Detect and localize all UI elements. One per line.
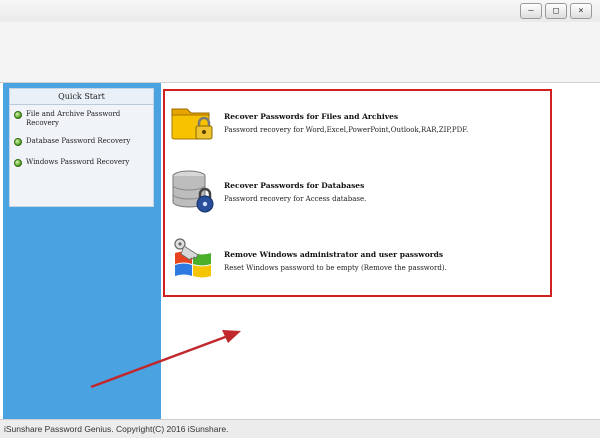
locked-database-icon (172, 170, 214, 213)
highlight-frame: Recover Passwords for Files and Archives… (163, 89, 552, 297)
sidebar-item-label: Windows Password Recovery (26, 158, 130, 166)
sidebar-item-label: File and Archive Password Recovery (26, 110, 121, 127)
sidebar-item-file-archive[interactable]: File and Archive Password Recovery (14, 110, 148, 128)
option-files-archives[interactable]: Recover Passwords for Files and Archives… (169, 97, 468, 145)
sidebar-item-windows[interactable]: Windows Password Recovery (14, 158, 148, 167)
toolbar-area (0, 22, 600, 83)
close-button[interactable]: × (570, 3, 592, 19)
sidebar: Quick Start File and Archive Password Re… (3, 83, 161, 419)
green-bullet-icon (14, 138, 22, 146)
option-windows[interactable]: Remove Windows administrator and user pa… (169, 235, 447, 283)
title-bar: – □ × (0, 0, 600, 22)
sidebar-item-label: Database Password Recovery (26, 137, 131, 145)
quick-start-title: Quick Start (10, 89, 153, 105)
option-databases[interactable]: Recover Passwords for Databases Password… (169, 166, 366, 214)
window-controls: – □ × (520, 3, 592, 19)
option-description: Password recovery for Word,Excel,PowerPo… (224, 126, 469, 134)
option-description: Reset Windows password to be empty (Remo… (224, 264, 447, 272)
locked-folder-icon (171, 108, 213, 140)
option-title: Recover Passwords for Databases (224, 181, 365, 190)
green-bullet-icon (14, 159, 22, 167)
quick-start-panel: Quick Start File and Archive Password Re… (9, 88, 154, 207)
green-bullet-icon (14, 111, 22, 119)
option-title: Remove Windows administrator and user pa… (224, 250, 444, 259)
sidebar-item-database[interactable]: Database Password Recovery (14, 137, 148, 146)
option-description: Password recovery for Access database. (224, 195, 367, 203)
status-bar: iSunshare Password Genius. Copyright(C) … (0, 419, 600, 438)
main-content: Recover Passwords for Files and Archives… (161, 83, 597, 419)
minimize-button[interactable]: – (520, 3, 542, 19)
maximize-button[interactable]: □ (545, 3, 567, 19)
option-title: Recover Passwords for Files and Archives (224, 112, 399, 121)
windows-key-icon (174, 238, 211, 278)
